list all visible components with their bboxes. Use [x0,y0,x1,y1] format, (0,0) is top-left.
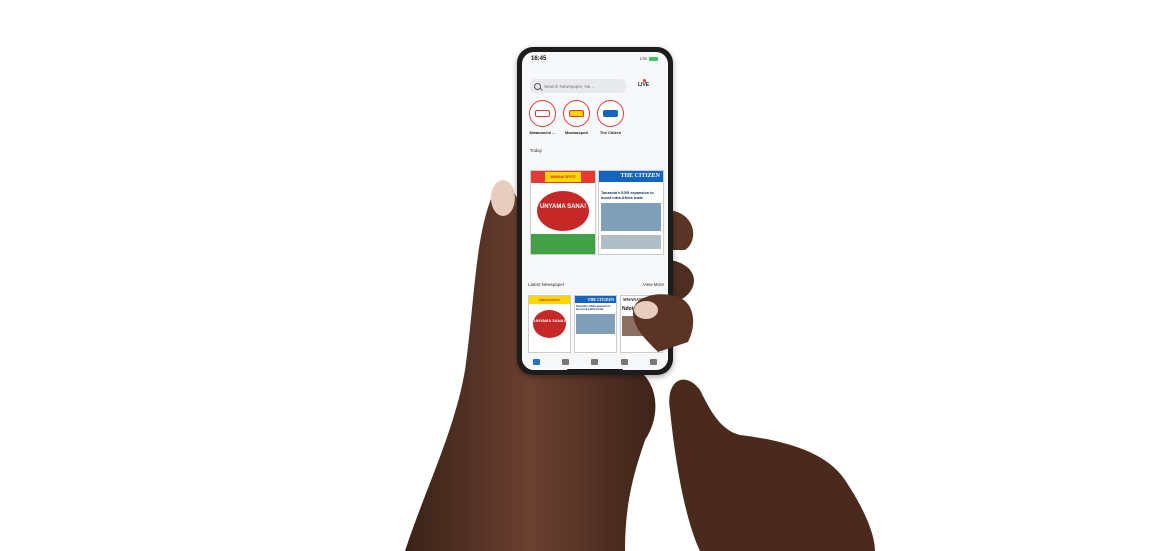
live-button[interactable]: LIVE [638,82,649,88]
library-icon[interactable] [620,359,628,365]
paper-headline: Tanzania's SGR expansion to boost intra-… [601,191,654,200]
cover-graphic [533,310,566,338]
publication-label: Mwanaspoti [565,130,588,135]
publication-avatar [563,100,590,127]
cover-footer-photos [601,235,661,249]
latest-paper-mwanaspoti[interactable]: MWANASPOTI UNYAMA SANA! [528,295,571,353]
home-icon[interactable] [533,359,541,365]
publication-list: Mwananchi ... Mwanaspoti The Citizen [527,100,626,135]
paper-masthead: THE CITIZEN [599,171,663,182]
mwanaspoti-logo-icon [569,110,584,117]
publication-mwananchi[interactable]: Mwananchi ... [527,100,558,135]
cover-graphic [537,191,589,231]
paper-masthead: MWANASPOTI [529,296,570,304]
bell-icon[interactable] [591,359,599,365]
publication-label: The Citizen [599,130,622,135]
signal-indicator: LTE [640,56,658,61]
paper-masthead: THE CITIZEN [575,296,616,303]
publication-mwanaspoti[interactable]: Mwanaspoti [561,100,592,135]
today-paper-the-citizen[interactable]: THE CITIZEN Tanzania's SGR expansion to … [598,170,664,255]
search-icon [534,82,541,90]
search-bar[interactable]: Search Newspaper, Ne... [530,79,626,93]
pointing-hand [669,379,875,551]
paper-masthead: MWANA SPOTI [545,172,581,182]
home-indicator [567,369,623,370]
status-bar: 16:45 LTE [522,52,668,68]
publication-the-citizen[interactable]: The Citizen [595,100,626,135]
citizen-logo-icon [603,110,618,117]
paper-headline: Tanzania's SGR expansion to boost intra-… [576,305,611,311]
latest-paper-the-citizen[interactable]: THE CITIZEN Tanzania's SGR expansion to … [574,295,617,353]
holding-thumb [633,294,694,352]
bottom-tab-bar [522,354,668,370]
newspaper-icon[interactable] [562,359,570,365]
publication-avatar [529,100,556,127]
status-time: 16:45 [531,56,547,62]
latest-section-title: Latest Newspaper [528,282,565,287]
scene: 16:45 LTE Search Newspaper, Ne... LIVE M… [0,0,1174,551]
publication-label: Mwananchi ... [529,130,556,135]
today-heading: Today [530,148,543,153]
mwananchi-logo-icon [535,110,550,117]
publication-avatar [597,100,624,127]
battery-icon [649,56,658,61]
paper-headline: UNYAMA SANA! [534,318,565,323]
paper-headline: UNYAMA SANA! [539,204,587,210]
search-placeholder: Search Newspaper, Ne... [544,83,595,89]
cover-footer-photos [531,234,595,254]
cover-photo [576,314,615,334]
cover-photo [601,203,661,231]
signal-label: LTE [639,56,647,61]
today-paper-mwanaspoti[interactable]: MWANA SPOTI UNYAMA SANA! [530,170,596,255]
